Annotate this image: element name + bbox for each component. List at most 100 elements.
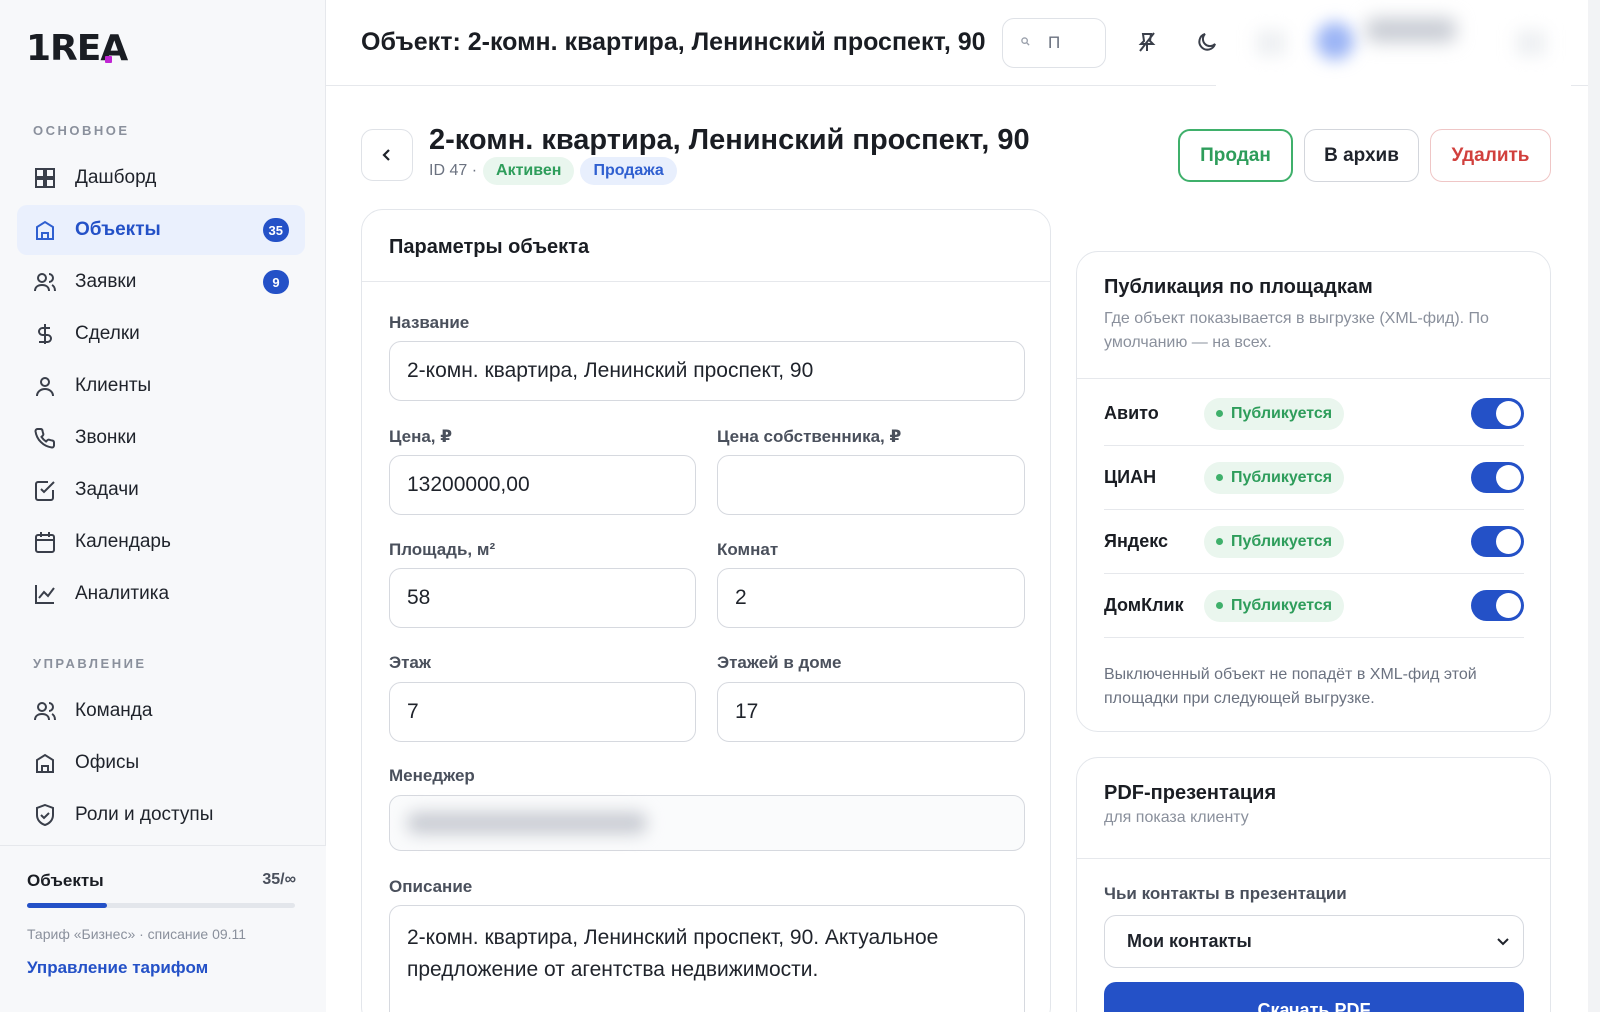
- deal-type-badge: Продажа: [580, 157, 677, 185]
- platform-name: ДомКлик: [1104, 595, 1184, 615]
- user-name-redacted: [1366, 18, 1456, 42]
- floors-total-field[interactable]: 17: [717, 682, 1025, 742]
- sidebar-item-dashboard[interactable]: Дашборд: [17, 153, 305, 203]
- sidebar-item-deals[interactable]: Сделки: [17, 309, 305, 359]
- publish-status-badge: Публикуется: [1204, 589, 1345, 622]
- chevron-down-icon: [1497, 938, 1509, 946]
- mark-sold-button[interactable]: Продан: [1178, 129, 1293, 182]
- floors-total-label: Этажей в доме: [717, 653, 842, 672]
- name-label: Название: [389, 313, 470, 332]
- owner-price-label: Цена собственника, ₽: [717, 427, 902, 446]
- notification-icon[interactable]: [1256, 30, 1286, 56]
- nav-section-manage: УПРАВЛЕНИЕ: [33, 656, 147, 671]
- shield-icon: [33, 803, 57, 827]
- sidebar-item-label: Сделки: [75, 323, 140, 344]
- name-field[interactable]: 2-комн. квартира, Ленинский проспект, 90: [389, 341, 1025, 401]
- sidebar-item-clients[interactable]: Клиенты: [17, 361, 305, 411]
- delete-button[interactable]: Удалить: [1430, 129, 1551, 182]
- quota-progress-fill: [27, 903, 108, 908]
- price-field[interactable]: 13200000,00: [389, 455, 696, 515]
- sidebar-item-label: Календарь: [75, 531, 171, 552]
- quota-progress-bar: [27, 903, 295, 908]
- plan-quota-panel: Объекты 35/∞ Тариф «Бизнес» · списание 0…: [0, 845, 326, 1012]
- top-header: Объект: 2-комн. квартира, Ленинский прос…: [326, 0, 1600, 90]
- sidebar: 1REA ОСНОВНОЕ Дашборд Объекты 35 Заявки …: [0, 0, 326, 1012]
- platform-row-cian: ЦИАН Публикуется: [1104, 446, 1524, 510]
- sidebar-item-offices[interactable]: Офисы: [17, 738, 305, 788]
- dollar-icon: [33, 322, 57, 346]
- sidebar-item-label: Объекты: [75, 219, 161, 240]
- area-field[interactable]: 58: [389, 568, 696, 628]
- page-title: 2-комн. квартира, Ленинский проспект, 90: [429, 124, 1030, 156]
- floor-field[interactable]: 7: [389, 682, 696, 742]
- app-logo[interactable]: 1REA: [26, 28, 128, 69]
- publish-toggle-domclick[interactable]: [1471, 590, 1524, 621]
- rooms-field[interactable]: 2: [717, 568, 1025, 628]
- card-title: Параметры объекта: [362, 210, 1050, 282]
- platform-name: Авито: [1104, 403, 1159, 423]
- dashboard-icon: [33, 166, 57, 190]
- sidebar-item-label: Заявки: [75, 271, 137, 292]
- pdf-header: PDF-презентация для показа клиенту: [1077, 758, 1550, 859]
- platform-row-domclick: ДомКлик Публикуется: [1104, 574, 1524, 638]
- sidebar-item-requests[interactable]: Заявки 9: [17, 257, 305, 307]
- manage-plan-link[interactable]: Управление тарифом: [27, 958, 208, 978]
- sidebar-item-calendar[interactable]: Календарь: [17, 517, 305, 567]
- download-pdf-label: Скачать PDF: [1257, 999, 1371, 1012]
- avatar[interactable]: [1316, 22, 1354, 60]
- phone-icon: [33, 426, 57, 450]
- sidebar-item-label: Команда: [75, 700, 153, 721]
- floor-label: Этаж: [389, 653, 431, 672]
- chevron-left-icon: [382, 149, 390, 161]
- sidebar-item-team[interactable]: Команда: [17, 686, 305, 736]
- description-label: Описание: [389, 877, 473, 896]
- sidebar-item-label: Задачи: [75, 479, 139, 500]
- objects-count-badge: 35: [262, 218, 289, 242]
- platform-name: Яндекс: [1104, 531, 1169, 551]
- publish-toggle-yandex[interactable]: [1471, 526, 1524, 557]
- archive-button[interactable]: В архив: [1304, 129, 1419, 182]
- platform-row-avito: Авито Публикуется: [1104, 382, 1524, 446]
- user-icon: [33, 374, 57, 398]
- building-icon: [33, 218, 57, 242]
- nav-section-main: ОСНОВНОЕ: [33, 123, 130, 138]
- platform-row-yandex: Яндекс Публикуется: [1104, 510, 1524, 574]
- search-input-text: П: [1048, 33, 1061, 52]
- back-button[interactable]: [361, 129, 413, 181]
- rooms-label: Комнат: [717, 540, 779, 559]
- sidebar-item-tasks[interactable]: Задачи: [17, 465, 305, 515]
- menu-icon[interactable]: [1516, 30, 1546, 56]
- team-icon: [33, 699, 57, 723]
- manager-select[interactable]: [389, 795, 1025, 851]
- sidebar-item-label: Офисы: [75, 752, 140, 773]
- sidebar-item-analytics[interactable]: Аналитика: [17, 569, 305, 619]
- contacts-select-value: Мои контакты: [1127, 931, 1252, 951]
- object-meta: ID 47 · Активен Продажа: [429, 157, 677, 185]
- requests-count-badge: 9: [263, 270, 289, 294]
- header-title: Объект: 2-комн. квартира, Ленинский прос…: [361, 28, 986, 56]
- sidebar-item-objects[interactable]: Объекты 35: [17, 205, 305, 255]
- platform-name: ЦИАН: [1104, 467, 1157, 487]
- description-textarea[interactable]: 2-комн. квартира, Ленинский проспект, 90…: [389, 905, 1025, 1012]
- users-icon: [33, 270, 57, 294]
- sidebar-item-label: Клиенты: [75, 375, 152, 396]
- contacts-label: Чьи контакты в презентации: [1104, 884, 1347, 903]
- pdf-presentation-card: PDF-презентация для показа клиенту Чьи к…: [1076, 757, 1551, 1012]
- publish-status-badge: Публикуется: [1204, 397, 1345, 430]
- sidebar-item-label: Дашборд: [75, 167, 157, 188]
- download-pdf-button[interactable]: Скачать PDF: [1104, 982, 1524, 1012]
- user-menu-redacted[interactable]: [1216, 0, 1571, 90]
- checkbox-icon: [33, 478, 57, 502]
- contacts-select[interactable]: Мои контакты: [1104, 915, 1524, 968]
- publish-toggle-cian[interactable]: [1471, 462, 1524, 493]
- publish-status-badge: Публикуется: [1204, 461, 1345, 494]
- publish-toggle-avito[interactable]: [1471, 398, 1524, 429]
- sidebar-item-roles[interactable]: Роли и доступы: [17, 790, 305, 840]
- owner-price-field[interactable]: [717, 455, 1025, 515]
- price-label: Цена, ₽: [389, 427, 453, 446]
- pin-off-icon[interactable]: [1134, 29, 1160, 55]
- page-scrollbar[interactable]: [1588, 0, 1600, 1012]
- chart-icon: [33, 582, 57, 606]
- sidebar-item-calls[interactable]: Звонки: [17, 413, 305, 463]
- search-input[interactable]: П: [1002, 18, 1106, 68]
